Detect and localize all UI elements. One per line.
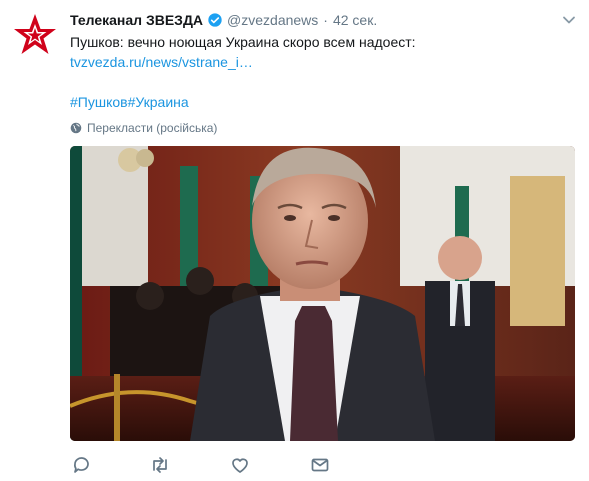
avatar[interactable] [11, 11, 59, 59]
chevron-down-icon[interactable] [562, 13, 576, 27]
separator-dot: · [323, 12, 328, 28]
translate-label: Перекласти (російська) [87, 121, 218, 135]
user-handle[interactable]: @zvezdanews [227, 12, 318, 28]
heart-icon[interactable] [230, 455, 250, 475]
hashtags: #Пушков#Украина [70, 92, 189, 112]
globe-icon [70, 122, 82, 134]
tweet-body: Пушков: вечно ноющая Украина скоро всем … [70, 34, 416, 50]
tweet-photo[interactable] [70, 146, 575, 441]
tweet-header: Телеканал ЗВЕЗДА @zvezdanews · 42 сек. [70, 10, 377, 30]
tweet[interactable]: Телеканал ЗВЕЗДА @zvezdanews · 42 сек. П… [0, 0, 589, 481]
translate-tweet[interactable]: Перекласти (російська) [70, 119, 217, 137]
photo-image [70, 146, 575, 441]
reply-icon[interactable] [72, 455, 92, 475]
zvezda-star-logo-icon [12, 12, 58, 58]
envelope-icon[interactable] [310, 455, 330, 475]
tweet-text: Пушков: вечно ноющая Украина скоро всем … [70, 32, 570, 72]
verified-badge-icon [208, 13, 222, 27]
display-name[interactable]: Телеканал ЗВЕЗДА [70, 12, 203, 28]
timestamp[interactable]: 42 сек. [333, 12, 377, 28]
retweet-icon[interactable] [150, 455, 170, 475]
hashtag-ukraina[interactable]: #Украина [128, 94, 189, 110]
tweet-link[interactable]: tvzvezda.ru/news/vstrane_i… [70, 54, 253, 70]
hashtag-pushkov[interactable]: #Пушков [70, 94, 128, 110]
